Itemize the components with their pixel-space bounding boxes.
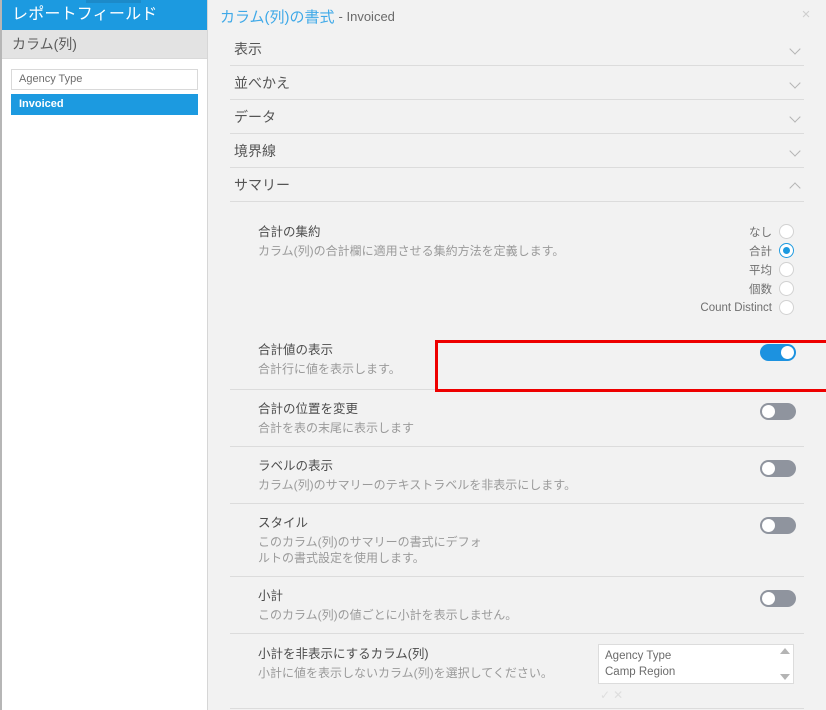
exclude-columns-title: 小計を非表示にするカラム(列) [258,647,429,661]
section-header-sort[interactable]: 並べかえ [230,66,804,100]
radio-option-average[interactable]: 平均 [749,260,794,279]
setting-row-exclude-columns: 小計を非表示にするカラム(列) 小計に値を表示しないカラム(列)を選択してくださ… [230,634,804,707]
radio-label-count-distinct: Count Distinct [700,301,772,314]
toggle-label-display[interactable] [760,460,796,477]
column-format-panel: カラム(列)の書式 - Invoiced × 表示 並べかえ データ 境界線 サ… [208,0,826,710]
radio-label-none: なし [749,226,772,239]
toggle-show-total-value[interactable] [760,344,796,361]
listbox-option-camp-region[interactable]: Camp Region [605,664,793,680]
radio-dot-average[interactable] [779,262,794,277]
exclude-columns-desc: 小計に値を表示しないカラム(列)を選択してください。 [258,666,553,680]
field-item-invoiced[interactable]: Invoiced [11,94,198,115]
aggregation-text: 合計の集約 カラム(列)の合計欄に適用させる集約方法を定義します。 [258,224,564,259]
field-list: Agency Type Invoiced [2,59,207,710]
show-total-value-desc: 合計行に値を表示します。 [258,362,401,376]
subtotal-title: 小計 [258,589,284,603]
toggle-knob [762,519,775,532]
toggle-knob [762,462,775,475]
setting-row-subtotal: 小計 このカラム(列)の値ごとに小計を表示しません。 [230,577,804,634]
label-display-desc: カラム(列)のサマリーのテキストラベルを非表示にします。 [258,478,577,492]
radio-label-count: 個数 [749,283,772,296]
app-root: レポートフィールド カラム(列) Agency Type Invoiced カラ… [0,0,826,710]
exclude-columns-text: 小計を非表示にするカラム(列) 小計に値を表示しないカラム(列)を選択してくださ… [258,646,553,681]
panel-header: カラム(列)の書式 - Invoiced × [208,0,826,32]
chevron-up-icon [790,179,802,191]
radio-option-count[interactable]: 個数 [749,279,794,298]
section-header-display[interactable]: 表示 [230,32,804,66]
section-header-summary[interactable]: サマリー [230,168,804,202]
listbox-scrollbar[interactable] [776,645,793,683]
toggle-knob [781,346,794,359]
listbox-tools: ✓ ✕ [598,689,623,701]
setting-row-style: スタイル このカラム(列)のサマリーの書式にデフォ ルトの書式設定を使用します。 [230,504,804,577]
exclude-columns-control: Agency Type Camp Region ✓ ✕ [598,644,794,701]
aggregation-radio-group: なし 合計 平均 個数 Count Distinct [700,222,800,317]
chevron-down-icon [790,145,802,157]
sidebar-title: レポートフィールド [2,0,207,30]
toggle-total-position[interactable] [760,403,796,420]
setting-row-show-total-value: 合計値の表示 合計行に値を表示します。 [230,329,804,390]
page-title-column-name: - Invoiced [338,8,395,24]
section-label-summary: サマリー [234,176,290,193]
aggregation-desc: カラム(列)の合計欄に適用させる集約方法を定義します。 [258,244,565,258]
label-display-title: ラベルの表示 [258,459,334,473]
total-position-text: 合計の位置を変更 合計を表の末尾に表示します [258,401,414,436]
section-label-display: 表示 [234,40,262,57]
bottom-divider [230,707,804,709]
summary-section-body: 合計の集約 カラム(列)の合計欄に適用させる集約方法を定義します。 なし 合計 … [208,202,826,709]
style-text: スタイル このカラム(列)のサマリーの書式にデフォ ルトの書式設定を使用します。 [258,515,482,566]
setting-row-label-display: ラベルの表示 カラム(列)のサマリーのテキストラベルを非表示にします。 [230,447,804,504]
label-display-text: ラベルの表示 カラム(列)のサマリーのテキストラベルを非表示にします。 [258,458,576,493]
close-icon[interactable]: × [798,7,814,23]
exclude-columns-listbox[interactable]: Agency Type Camp Region [598,644,794,684]
aggregation-title: 合計の集約 [258,225,321,239]
section-label-sort: 並べかえ [234,74,290,91]
listbox-option-agency-type[interactable]: Agency Type [605,648,793,664]
total-position-title: 合計の位置を変更 [258,402,359,416]
section-header-border[interactable]: 境界線 [230,134,804,168]
toggle-knob [762,592,775,605]
section-label-border: 境界線 [234,142,276,159]
radio-dot-none[interactable] [779,224,794,239]
radio-option-sum[interactable]: 合計 [749,241,794,260]
toggle-subtotal[interactable] [760,590,796,607]
style-desc: このカラム(列)のサマリーの書式にデフォ ルトの書式設定を使用します。 [258,535,482,565]
chevron-down-icon [790,77,802,89]
radio-dot-count[interactable] [779,281,794,296]
section-label-data: データ [234,108,276,125]
field-item-agency-type[interactable]: Agency Type [11,69,198,90]
chevron-down-icon [790,43,802,55]
clear-selection-x-icon[interactable]: ✕ [613,689,623,701]
toggle-knob [762,405,775,418]
chevron-down-icon [790,111,802,123]
setting-row-total-position: 合計の位置を変更 合計を表の末尾に表示します [230,390,804,447]
show-total-value-title: 合計値の表示 [258,343,334,357]
subtotal-text: 小計 このカラム(列)の値ごとに小計を表示しません。 [258,588,517,623]
radio-dot-count-distinct[interactable] [779,300,794,315]
radio-dot-sum[interactable] [779,243,794,258]
scroll-down-arrow-icon[interactable] [779,674,790,680]
section-header-data[interactable]: データ [230,100,804,134]
scroll-up-arrow-icon[interactable] [779,648,790,654]
subtotal-desc: このカラム(列)の値ごとに小計を表示しません。 [258,608,518,622]
radio-option-none[interactable]: なし [749,222,794,241]
radio-option-count-distinct[interactable]: Count Distinct [700,298,794,317]
show-total-value-text: 合計値の表示 合計行に値を表示します。 [258,342,401,377]
toggle-style[interactable] [760,517,796,534]
total-position-desc: 合計を表の末尾に表示します [258,421,415,435]
style-title: スタイル [258,516,309,530]
setting-row-aggregation: 合計の集約 カラム(列)の合計欄に適用させる集約方法を定義します。 なし 合計 … [230,202,804,329]
radio-label-average: 平均 [749,264,772,277]
page-title: カラム(列)の書式 [220,8,335,26]
radio-label-sum: 合計 [749,245,772,258]
report-fields-sidebar: レポートフィールド カラム(列) Agency Type Invoiced [0,0,208,710]
sidebar-subtitle-columns: カラム(列) [2,30,207,59]
select-all-check-icon[interactable]: ✓ [600,689,610,701]
